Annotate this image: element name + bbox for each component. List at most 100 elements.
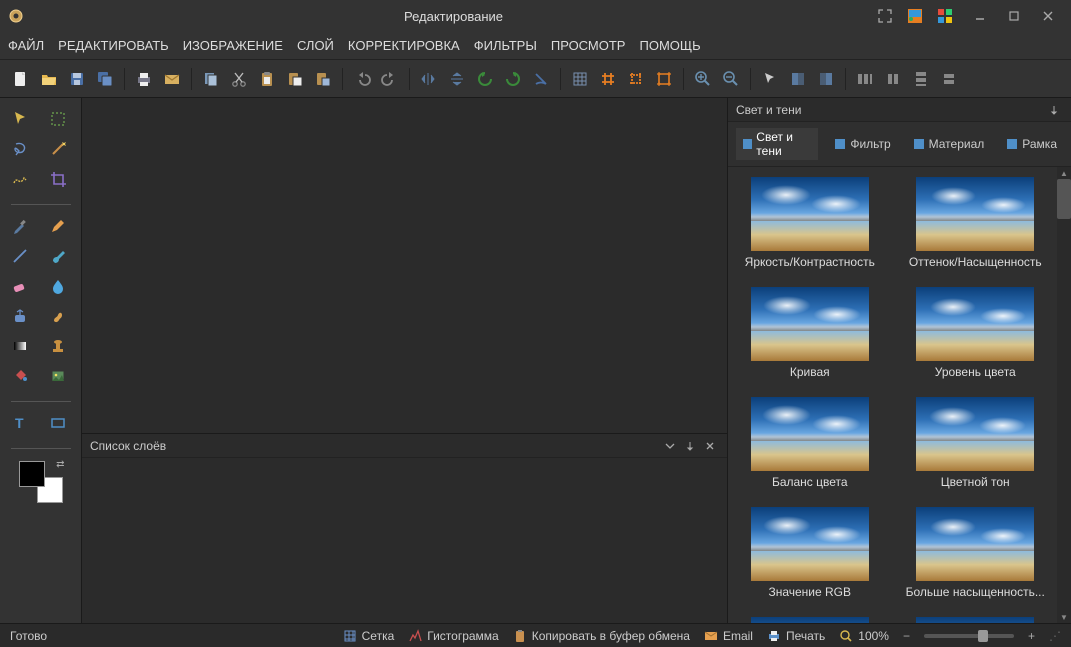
menu-file[interactable]: ФАЙЛ bbox=[8, 38, 44, 53]
crop-tool[interactable] bbox=[45, 166, 71, 192]
close-button[interactable] bbox=[1033, 4, 1063, 28]
mail-button[interactable] bbox=[159, 66, 185, 92]
tab-filter[interactable]: Фильтр bbox=[828, 135, 896, 153]
paste-button[interactable] bbox=[254, 66, 280, 92]
panel-close-icon[interactable] bbox=[701, 437, 719, 455]
status-print[interactable]: Печать bbox=[767, 629, 825, 643]
scrollbar-thumb[interactable] bbox=[1057, 179, 1071, 219]
tab-light-shadow[interactable]: Свет и тени bbox=[736, 128, 818, 160]
freeform-tool[interactable] bbox=[7, 166, 33, 192]
lasso-tool[interactable] bbox=[7, 136, 33, 162]
free-rotate-button[interactable] bbox=[528, 66, 554, 92]
menu-edit[interactable]: РЕДАКТИРОВАТЬ bbox=[58, 38, 169, 53]
status-copy[interactable]: Копировать в буфер обмена bbox=[513, 629, 690, 643]
zoom-out-button[interactable] bbox=[718, 66, 744, 92]
effect-rgb-value[interactable]: Значение RGB bbox=[734, 507, 886, 615]
save-button[interactable] bbox=[64, 66, 90, 92]
effect-color-balance[interactable]: Баланс цвета bbox=[734, 397, 886, 505]
distribute-3-button[interactable] bbox=[908, 66, 934, 92]
swap-colors-icon[interactable]: ⇄ bbox=[56, 459, 64, 470]
menu-adjust[interactable]: КОРРЕКТИРОВКА bbox=[348, 38, 460, 53]
eraser-tool[interactable] bbox=[7, 273, 33, 299]
save-batch-button[interactable] bbox=[92, 66, 118, 92]
right-panel-pin-icon[interactable] bbox=[1045, 101, 1063, 119]
skin-icon-1[interactable] bbox=[905, 6, 925, 26]
flip-v-button[interactable] bbox=[444, 66, 470, 92]
align-2-button[interactable] bbox=[813, 66, 839, 92]
magic-wand-tool[interactable] bbox=[45, 136, 71, 162]
skin-icon-2[interactable] bbox=[935, 6, 955, 26]
menu-help[interactable]: ПОМОЩЬ bbox=[639, 38, 700, 53]
align-1-button[interactable] bbox=[785, 66, 811, 92]
distribute-2-button[interactable] bbox=[880, 66, 906, 92]
paste-new-button[interactable] bbox=[282, 66, 308, 92]
effect-color-tone[interactable]: Цветной тон bbox=[900, 397, 1052, 505]
effect-curves[interactable]: Кривая bbox=[734, 287, 886, 395]
print-button[interactable] bbox=[131, 66, 157, 92]
paste-into-button[interactable] bbox=[310, 66, 336, 92]
effect-extra-2[interactable] bbox=[900, 617, 1052, 623]
menu-layer[interactable]: СЛОЙ bbox=[297, 38, 334, 53]
undo-button[interactable] bbox=[349, 66, 375, 92]
text-tool[interactable]: T bbox=[7, 410, 33, 436]
picture-tool[interactable] bbox=[45, 363, 71, 389]
effect-hue-saturation[interactable]: Оттенок/Насыщенность bbox=[900, 177, 1052, 285]
copy-button[interactable] bbox=[198, 66, 224, 92]
effect-extra-1[interactable] bbox=[734, 617, 886, 623]
redo-button[interactable] bbox=[377, 66, 403, 92]
droplet-tool[interactable] bbox=[45, 273, 71, 299]
zoom-minus[interactable]: − bbox=[903, 629, 910, 643]
status-grid[interactable]: Сетка bbox=[343, 629, 395, 643]
panel-dropdown-icon[interactable] bbox=[661, 437, 679, 455]
open-folder-button[interactable] bbox=[36, 66, 62, 92]
pencil-tool[interactable] bbox=[45, 213, 71, 239]
right-scrollbar[interactable]: ▲ ▼ bbox=[1057, 167, 1071, 623]
foreground-color[interactable] bbox=[19, 461, 45, 487]
rotate-cw-button[interactable] bbox=[500, 66, 526, 92]
gradient-tool[interactable] bbox=[7, 333, 33, 359]
smudge-tool[interactable] bbox=[45, 303, 71, 329]
new-file-button[interactable] bbox=[8, 66, 34, 92]
distribute-1-button[interactable] bbox=[852, 66, 878, 92]
zoom-plus[interactable]: + bbox=[1028, 629, 1035, 643]
paint-bucket-tool[interactable] bbox=[7, 363, 33, 389]
zoom-slider[interactable] bbox=[924, 634, 1014, 638]
clone-tool[interactable] bbox=[7, 303, 33, 329]
stamp-tool[interactable] bbox=[45, 333, 71, 359]
eyedropper-tool[interactable] bbox=[7, 213, 33, 239]
rotate-ccw-button[interactable] bbox=[472, 66, 498, 92]
canvas-viewport[interactable] bbox=[82, 98, 727, 433]
menu-image[interactable]: ИЗОБРАЖЕНИЕ bbox=[183, 38, 283, 53]
status-zoom[interactable]: 100% bbox=[839, 629, 889, 643]
maximize-button[interactable] bbox=[999, 4, 1029, 28]
crop-1-button[interactable] bbox=[595, 66, 621, 92]
line-tool[interactable] bbox=[7, 243, 33, 269]
menu-view[interactable]: ПРОСМОТР bbox=[551, 38, 626, 53]
panel-pin-icon[interactable] bbox=[681, 437, 699, 455]
flip-h-button[interactable] bbox=[416, 66, 442, 92]
minimize-button[interactable] bbox=[965, 4, 995, 28]
distribute-4-button[interactable] bbox=[936, 66, 962, 92]
effect-brightness-contrast[interactable]: Яркость/Контрастность bbox=[734, 177, 886, 285]
color-swatches[interactable]: ⇄ bbox=[19, 461, 63, 503]
status-email[interactable]: Email bbox=[704, 629, 753, 643]
zoom-in-button[interactable] bbox=[690, 66, 716, 92]
cursor-button[interactable] bbox=[757, 66, 783, 92]
tab-material[interactable]: Материал bbox=[907, 135, 991, 153]
brush-tool[interactable] bbox=[45, 243, 71, 269]
pointer-tool[interactable] bbox=[7, 106, 33, 132]
crop-2-button[interactable] bbox=[623, 66, 649, 92]
menu-filters[interactable]: ФИЛЬТРЫ bbox=[474, 38, 537, 53]
status-histogram[interactable]: Гистограмма bbox=[408, 629, 498, 643]
cut-button[interactable] bbox=[226, 66, 252, 92]
effect-levels[interactable]: Уровень цвета bbox=[900, 287, 1052, 395]
marquee-tool[interactable] bbox=[45, 106, 71, 132]
grid-button[interactable] bbox=[567, 66, 593, 92]
rectangle-tool[interactable] bbox=[45, 410, 71, 436]
tab-frame[interactable]: Рамка bbox=[1000, 135, 1063, 153]
fullscreen-toggle-icon[interactable] bbox=[875, 6, 895, 26]
resize-grip-icon[interactable]: ⋰ bbox=[1049, 629, 1061, 643]
crop-3-button[interactable] bbox=[651, 66, 677, 92]
zoom-slider-handle[interactable] bbox=[978, 630, 988, 642]
effect-more-saturation[interactable]: Больше насыщенность... bbox=[900, 507, 1052, 615]
